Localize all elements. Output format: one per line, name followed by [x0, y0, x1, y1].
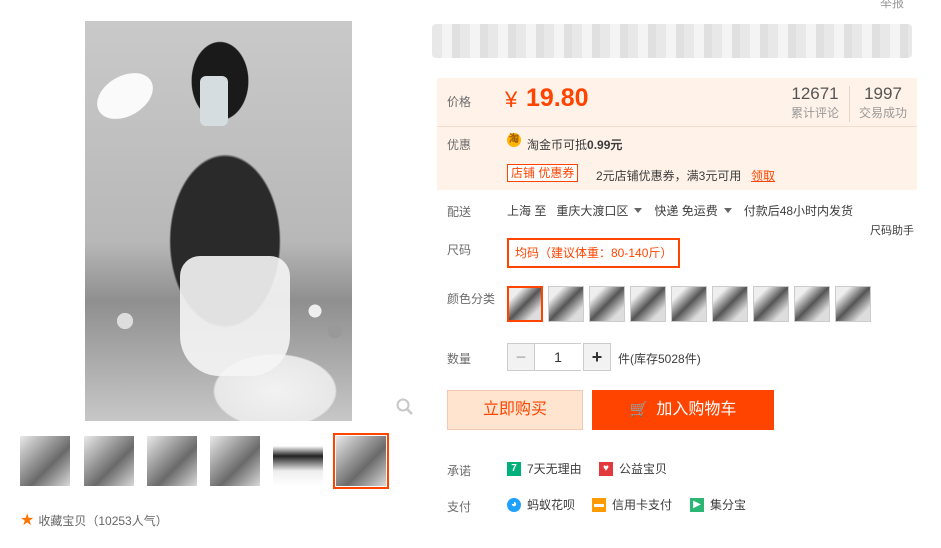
color-swatch[interactable] [630, 286, 666, 322]
payment-jifenbao[interactable]: ▶ 集分宝 [690, 496, 746, 513]
shipping-row: 上海 至 重庆大渡口区 快递 免运费 付款后48小时内发货 [507, 202, 853, 219]
color-swatch[interactable] [712, 286, 748, 322]
color-swatch[interactable] [671, 286, 707, 322]
credit-card-icon: ▬ [592, 497, 606, 512]
report-link[interactable]: 举报 [880, 0, 904, 11]
color-swatch[interactable] [753, 286, 789, 322]
quantity-label: 数量 [447, 352, 472, 366]
thumbnail[interactable] [147, 436, 197, 486]
coin-offer: 淘金币可抵0.99元 [527, 138, 623, 152]
color-label: 颜色分类 [447, 292, 496, 306]
quantity-decrease-button[interactable]: − [507, 343, 535, 371]
quantity-increase-button[interactable]: + [583, 343, 611, 371]
color-swatch[interactable] [548, 286, 584, 322]
price-value: 19.80 [526, 84, 589, 112]
coupon-tag: 店铺 优惠券 [507, 164, 579, 182]
promise-seven-day[interactable]: 7 7天无理由 [507, 460, 582, 477]
ship-method[interactable]: 快递 免运费 [654, 202, 717, 219]
divider [437, 126, 917, 127]
quantity-input[interactable]: 1 [535, 343, 581, 371]
favorite-button[interactable]: ★ 收藏宝贝（10253人气） [20, 512, 168, 529]
huabei-icon: ◕ [507, 497, 521, 512]
stat-divider [849, 86, 850, 122]
review-count[interactable]: 12671 累计评论 [785, 84, 845, 121]
ship-from: 上海 至 [507, 204, 547, 218]
seven-day-icon: 7 [507, 461, 521, 476]
add-to-cart-button[interactable]: 🛒 加入购物车 [592, 390, 774, 430]
price-label: 价格 [447, 95, 472, 109]
promo-label: 优惠 [447, 138, 472, 152]
zoom-icon[interactable] [396, 398, 414, 416]
chevron-down-icon[interactable] [723, 208, 732, 213]
image-detail [180, 256, 290, 376]
ship-destination[interactable]: 重庆大渡口区 [556, 202, 628, 219]
cart-icon: 🛒 [629, 401, 649, 418]
payment-label: 支付 [447, 500, 472, 514]
claim-coupon-link[interactable]: 领取 [751, 167, 775, 184]
payment-huabei[interactable]: ◕ 蚂蚁花呗 [507, 496, 575, 513]
jifenbao-icon: ▶ [690, 497, 704, 512]
thumbnail[interactable] [273, 436, 323, 486]
chevron-down-icon[interactable] [634, 208, 643, 213]
currency-symbol: ¥ [505, 87, 518, 112]
color-swatch[interactable] [835, 286, 871, 322]
thumbnail[interactable] [84, 436, 134, 486]
color-swatch[interactable] [507, 286, 543, 322]
image-detail [89, 63, 161, 129]
thumbnail[interactable] [20, 436, 70, 486]
payment-credit-card[interactable]: ▬ 信用卡支付 [592, 496, 672, 513]
sales-count: 1997 交易成功 [858, 84, 907, 120]
shipping-label: 配送 [447, 205, 472, 219]
size-option[interactable]: 均码（建议体重：80-140斤） [507, 238, 681, 268]
stock-info: 件(库存5028件) [618, 352, 701, 366]
promise-label: 承诺 [447, 464, 472, 478]
color-swatch[interactable] [589, 286, 625, 322]
color-swatch[interactable] [794, 286, 830, 322]
size-helper-link[interactable]: 尺码助手 [870, 222, 914, 238]
star-icon: ★ [20, 511, 35, 529]
taojinbi-icon: 淘 [507, 133, 521, 147]
thumbnail[interactable] [210, 436, 260, 486]
main-product-image[interactable] [85, 21, 352, 421]
buy-now-button[interactable]: 立即购买 [447, 390, 583, 430]
product-title-blurred [432, 24, 912, 58]
size-label: 尺码 [447, 243, 472, 257]
thumbnail-active[interactable] [333, 433, 389, 489]
promise-charity[interactable]: ♥ 公益宝贝 [599, 460, 667, 477]
coupon-text: 2元店铺优惠券，满3元可用 [596, 169, 742, 183]
favorite-label: 收藏宝贝（10253人气） [38, 514, 168, 528]
ship-time: 付款后48小时内发货 [743, 204, 854, 218]
charity-icon: ♥ [599, 461, 613, 476]
image-detail [200, 76, 228, 126]
